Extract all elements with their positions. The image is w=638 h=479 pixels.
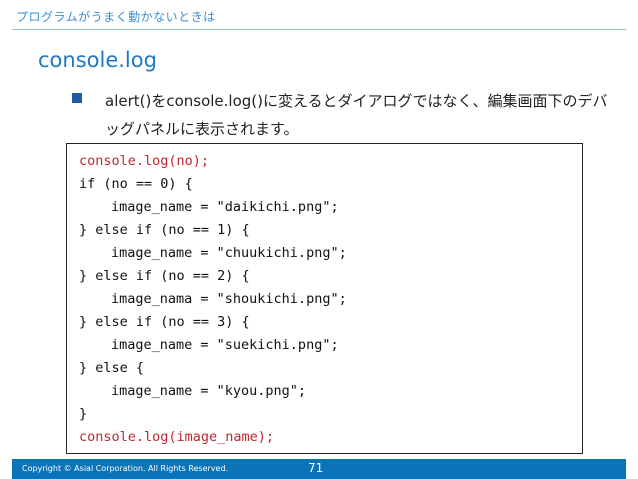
bullet-marker-icon [72, 93, 82, 103]
code-line: image_name = "suekichi.png"; [111, 337, 339, 353]
code-line: image_name = "chuukichi.png"; [111, 245, 347, 261]
code-line: image_nama = "shoukichi.png"; [111, 291, 347, 307]
code-line: } else if (no == 2) { [79, 268, 250, 284]
bullet-text: alert()をconsole.log()に変えるとダイアログではなく、編集画面… [105, 92, 608, 138]
code-line: } else { [79, 360, 145, 376]
header-divider [12, 29, 626, 30]
code-line: image_name = "daikichi.png"; [111, 199, 339, 215]
code-line: } else if (no == 1) { [79, 222, 250, 238]
slide-title: console.log [38, 48, 157, 72]
code-line: } [79, 406, 88, 422]
code-line: image_name = "kyou.png"; [111, 383, 307, 399]
code-line: console.log(image_name); [79, 429, 275, 445]
copyright-text: Copyright © Asial Corporation. All Right… [22, 464, 229, 473]
code-block: console.log(no); if (no == 0) { image_na… [66, 143, 583, 454]
code-line: if (no == 0) { [79, 176, 193, 192]
code-line: console.log(no); [79, 153, 210, 169]
page-number: 71 [308, 461, 324, 475]
section-header: プログラムがうまく動かないときは [16, 10, 216, 24]
code-line: } else if (no == 3) { [79, 314, 250, 330]
